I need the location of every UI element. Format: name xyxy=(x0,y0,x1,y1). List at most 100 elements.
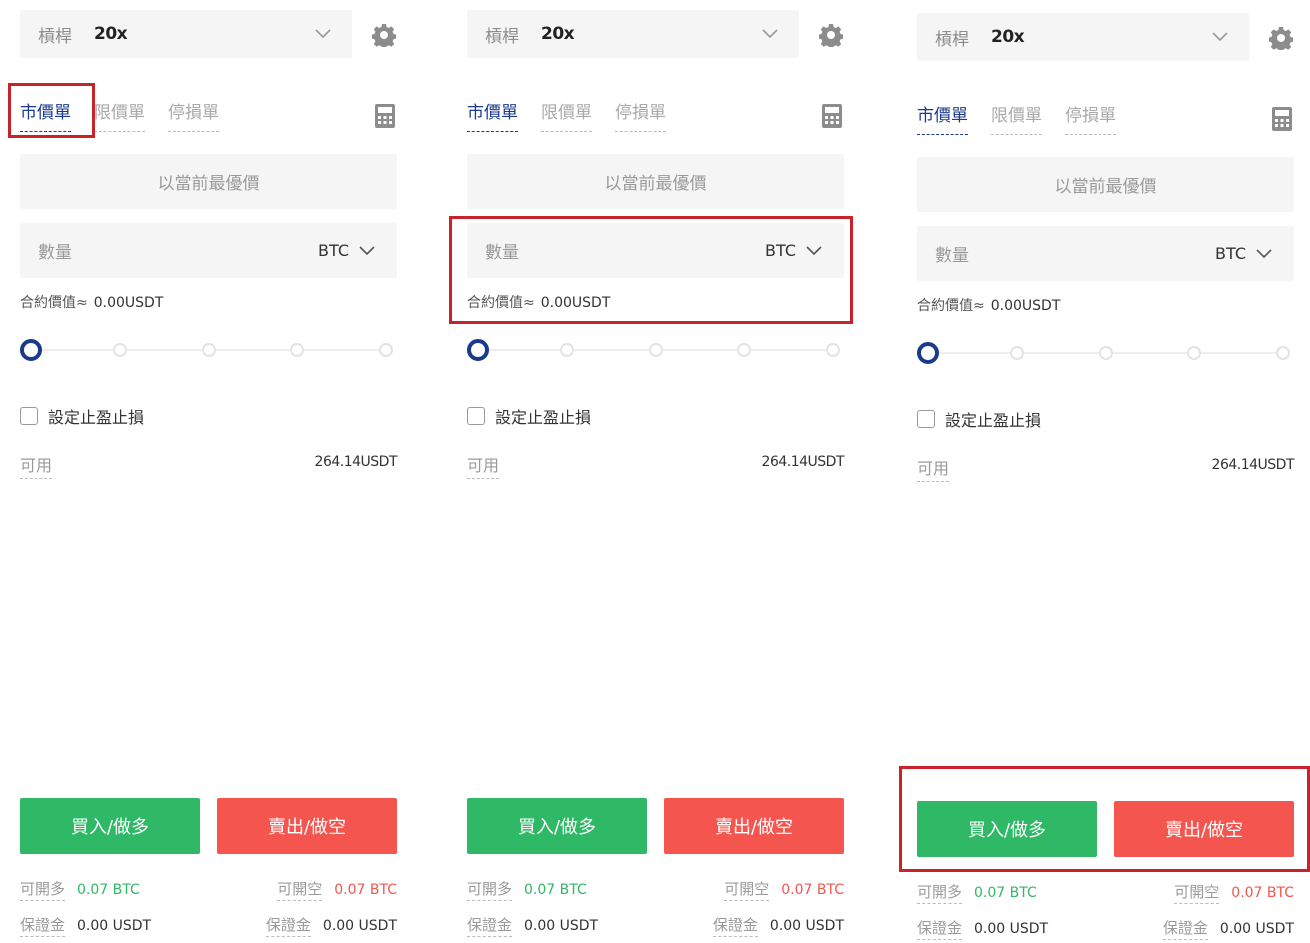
tab-stop-order[interactable]: 停損單 xyxy=(168,102,219,132)
contract-value-row: 合約價值≈ 0.00USDT xyxy=(917,295,1060,315)
price-input[interactable]: 以當前最優價 xyxy=(467,154,844,209)
max-short-stat: 可開空 0.07 BTC xyxy=(724,878,844,901)
available-label: 可用 xyxy=(467,452,500,479)
slider-stop-100[interactable] xyxy=(826,343,840,357)
margin-label: 保證金 xyxy=(917,917,963,940)
chevron-down-icon xyxy=(312,23,334,45)
margin-sell-value: 0.00 USDT xyxy=(1219,921,1294,937)
margin-label: 保證金 xyxy=(712,914,758,937)
margin-buy-stat: 保證金 0.00 USDT xyxy=(20,914,151,937)
chevron-down-icon xyxy=(1209,26,1231,48)
slider-stop-25[interactable] xyxy=(1010,346,1024,360)
max-long-value: 0.07 BTC xyxy=(77,882,140,898)
buy-long-button[interactable]: 買入/做多 xyxy=(20,798,200,854)
quantity-unit[interactable]: BTC xyxy=(1215,244,1246,263)
margin-label: 保證金 xyxy=(1162,917,1208,940)
margin-label: 保證金 xyxy=(20,914,66,937)
max-long-label: 可開多 xyxy=(20,878,66,901)
tab-limit-order[interactable]: 限價單 xyxy=(991,105,1042,135)
tab-market-order[interactable]: 市價單 xyxy=(917,105,968,135)
gear-icon[interactable] xyxy=(371,23,400,51)
slider-handle[interactable] xyxy=(917,342,939,364)
max-long-label: 可開多 xyxy=(917,881,963,904)
quantity-unit[interactable]: BTC xyxy=(318,241,349,260)
quantity-slider[interactable] xyxy=(20,335,397,365)
sell-short-button[interactable]: 賣出/做空 xyxy=(217,798,397,854)
chevron-down-icon xyxy=(759,23,781,45)
contract-value-row: 合約價值≈ 0.00USDT xyxy=(20,292,163,312)
slider-stop-50[interactable] xyxy=(649,343,663,357)
gear-icon[interactable] xyxy=(1268,26,1297,54)
tab-stop-order[interactable]: 停損單 xyxy=(615,102,666,132)
slider-stop-100[interactable] xyxy=(379,343,393,357)
slider-stop-25[interactable] xyxy=(560,343,574,357)
contract-value: 0.00USDT xyxy=(990,298,1061,314)
quantity-input[interactable]: 數量 BTC xyxy=(917,226,1294,281)
chevron-down-icon[interactable] xyxy=(359,241,379,261)
gear-icon[interactable] xyxy=(818,23,847,51)
tpsl-checkbox[interactable] xyxy=(467,407,485,425)
slider-stop-100[interactable] xyxy=(1276,346,1290,360)
contract-label: 合約價值≈ xyxy=(20,295,88,311)
order-type-tabs: 市價單 限價單 停損單 xyxy=(917,105,1139,135)
leverage-label: 槓桿 xyxy=(38,26,72,47)
available-label: 可用 xyxy=(20,452,53,479)
quantity-input[interactable]: 數量 BTC xyxy=(20,223,397,278)
sell-short-button[interactable]: 賣出/做空 xyxy=(664,798,844,854)
tpsl-label: 設定止盈止損 xyxy=(945,411,1042,430)
tpsl-option[interactable]: 設定止盈止損 xyxy=(917,407,1041,431)
tab-stop-order[interactable]: 停損單 xyxy=(1065,105,1116,135)
max-long-value: 0.07 BTC xyxy=(524,882,587,898)
tpsl-option[interactable]: 設定止盈止損 xyxy=(20,404,144,428)
margin-sell-stat: 保證金 0.00 USDT xyxy=(1162,917,1294,940)
margin-label: 保證金 xyxy=(467,914,513,937)
price-input[interactable]: 以當前最優價 xyxy=(20,154,397,209)
slider-stop-50[interactable] xyxy=(202,343,216,357)
tpsl-checkbox[interactable] xyxy=(20,407,38,425)
max-short-label: 可開空 xyxy=(1174,881,1220,904)
margin-buy-value: 0.00 USDT xyxy=(974,921,1049,937)
quantity-label: 數量 xyxy=(38,243,72,263)
highlight-quantity-section xyxy=(449,216,853,324)
max-long-stat: 可開多 0.07 BTC xyxy=(917,881,1037,904)
calculator-icon[interactable] xyxy=(375,104,397,128)
calculator-icon[interactable] xyxy=(1272,107,1294,131)
calculator-icon[interactable] xyxy=(822,104,844,128)
margin-sell-stat: 保證金 0.00 USDT xyxy=(712,914,844,937)
slider-stop-75[interactable] xyxy=(290,343,304,357)
tab-market-order[interactable]: 市價單 xyxy=(467,102,518,132)
max-short-label: 可開空 xyxy=(724,878,770,901)
max-short-stat: 可開空 0.07 BTC xyxy=(1174,881,1294,904)
slider-stop-50[interactable] xyxy=(1099,346,1113,360)
tpsl-checkbox[interactable] xyxy=(917,410,935,428)
buy-long-button[interactable]: 買入/做多 xyxy=(467,798,647,854)
order-type-tabs: 市價單 限價單 停損單 xyxy=(467,102,689,132)
max-long-stat: 可開多 0.07 BTC xyxy=(20,878,140,901)
tpsl-label: 設定止盈止損 xyxy=(495,408,592,427)
tab-limit-order[interactable]: 限價單 xyxy=(94,102,145,132)
margin-buy-value: 0.00 USDT xyxy=(524,918,599,934)
margin-sell-value: 0.00 USDT xyxy=(322,918,397,934)
slider-stop-25[interactable] xyxy=(113,343,127,357)
slider-handle[interactable] xyxy=(20,339,42,361)
leverage-selector[interactable]: 槓桿 20x xyxy=(467,10,799,58)
tab-limit-order[interactable]: 限價單 xyxy=(541,102,592,132)
chevron-down-icon[interactable] xyxy=(1256,244,1276,264)
margin-sell-stat: 保證金 0.00 USDT xyxy=(265,914,397,937)
tpsl-option[interactable]: 設定止盈止損 xyxy=(467,404,591,428)
slider-handle[interactable] xyxy=(467,339,489,361)
leverage-selector[interactable]: 槓桿 20x xyxy=(917,13,1249,61)
leverage-value: 20x xyxy=(541,24,575,44)
leverage-label: 槓桿 xyxy=(935,29,969,50)
margin-buy-value: 0.00 USDT xyxy=(77,918,152,934)
slider-stop-75[interactable] xyxy=(1187,346,1201,360)
quantity-slider[interactable] xyxy=(917,338,1294,368)
quantity-label: 數量 xyxy=(935,246,969,266)
leverage-value: 20x xyxy=(94,24,128,44)
slider-stop-75[interactable] xyxy=(737,343,751,357)
price-input[interactable]: 以當前最優價 xyxy=(917,157,1294,212)
leverage-selector[interactable]: 槓桿 20x xyxy=(20,10,352,58)
quantity-slider[interactable] xyxy=(467,335,844,365)
leverage-label: 槓桿 xyxy=(485,26,519,47)
max-long-label: 可開多 xyxy=(467,878,513,901)
